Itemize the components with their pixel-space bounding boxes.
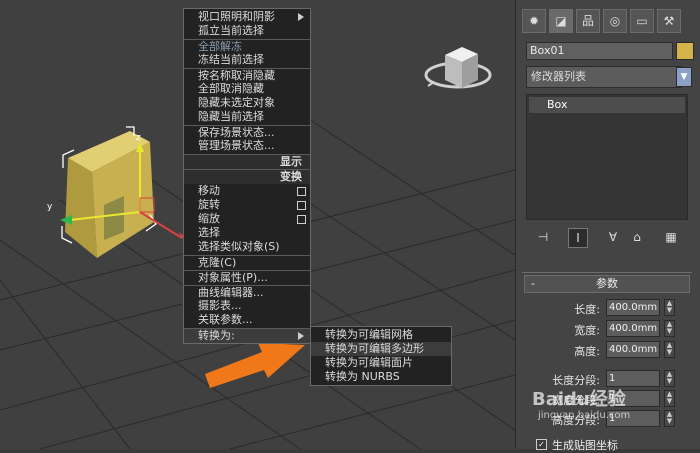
modify-icon: ◪ — [555, 14, 567, 28]
object-name-field[interactable]: Box01 — [526, 42, 673, 60]
menu-item-viewport-lighting[interactable]: 视口照明和阴影 — [184, 10, 310, 24]
spinner-icon[interactable]: ▲ ▼ — [664, 299, 675, 316]
modifier-stack[interactable]: Box — [526, 94, 688, 220]
configure-modifier-sets-icon: ▦ — [665, 230, 677, 244]
spinner-icon[interactable]: ▲ ▼ — [664, 320, 675, 337]
show-end-result-button[interactable]: I — [568, 228, 588, 248]
menu-item-manage-scene-states[interactable]: 管理场景状态... — [184, 139, 310, 153]
modify-tab[interactable]: ◪ — [549, 9, 573, 33]
menu-item-save-scene-state[interactable]: 保存场景状态... — [184, 125, 310, 140]
dropdown-arrow-icon[interactable]: ▼ — [676, 67, 692, 87]
menu-item-hide-unselected[interactable]: 隐藏未选定对象 — [184, 96, 310, 110]
width-input[interactable]: 400.0mm — [606, 320, 660, 337]
view-cube — [424, 47, 492, 89]
menu-item-convert-editable-mesh[interactable]: 转换为可编辑网格 — [311, 328, 451, 342]
menu-item-convert-nurbs[interactable]: 转换为 NURBS — [311, 370, 451, 384]
utilities-icon: ⚒ — [663, 14, 675, 28]
remove-modifier-icon: ⌂ — [633, 230, 641, 244]
submenu-arrow-icon — [298, 332, 304, 340]
parameters-rollout: - 参数 长度: 400.0mm ▲ ▼ 宽度: 400.0mm ▲ ▼ 高度: 4… — [522, 272, 692, 452]
create-tab[interactable]: ✹ — [522, 9, 546, 33]
hierarchy-tab[interactable]: 品 — [576, 9, 600, 33]
menu-item-object-properties[interactable]: 对象属性(P)... — [184, 270, 310, 285]
quad-menu-left: 视口照明和阴影 孤立当前选择 全部解冻 冻结当前选择 按名称取消隐藏 全部取消隐… — [183, 8, 311, 344]
make-unique-icon: ∀ — [608, 230, 618, 244]
command-panel: ✹ ◪ 品 ◎ ▭ ⚒ Box01 修改器列表 ▼ Box ⊣ I ∀ ⌂ ▦ … — [515, 0, 700, 452]
menu-item-unfreeze-all[interactable]: 全部解冻 — [184, 39, 310, 54]
menu-item-wire-parameters[interactable]: 关联参数... — [184, 313, 310, 327]
length-input[interactable]: 400.0mm — [606, 299, 660, 316]
menu-item-convert-editable-patch[interactable]: 转换为可编辑面片 — [311, 356, 451, 370]
menu-item-select-similar[interactable]: 选择类似对象(S) — [184, 240, 310, 254]
param-height: 高度: 400.0mm ▲ ▼ — [522, 341, 692, 359]
menu-item-scale[interactable]: 缩放 — [184, 212, 310, 226]
submenu-arrow-icon — [298, 13, 304, 21]
display-tab[interactable]: ▭ — [630, 9, 654, 33]
height-input[interactable]: 400.0mm — [606, 341, 660, 358]
motion-icon: ◎ — [609, 14, 621, 28]
menu-item-curve-editor[interactable]: 曲线编辑器... — [184, 285, 310, 300]
param-width: 宽度: 400.0mm ▲ ▼ — [522, 320, 692, 338]
spinner-icon[interactable]: ▲ ▼ — [664, 370, 675, 387]
box-object — [61, 126, 157, 258]
menu-item-rotate[interactable]: 旋转 — [184, 198, 310, 212]
spinner-icon[interactable]: ▲ ▼ — [664, 410, 675, 427]
pin-stack-button[interactable]: ⊣ — [534, 228, 552, 246]
menu-item-dope-sheet[interactable]: 摄影表... — [184, 299, 310, 313]
settings-box-icon[interactable] — [297, 215, 306, 224]
utilities-tab[interactable]: ⚒ — [657, 9, 681, 33]
param-length: 长度: 400.0mm ▲ ▼ — [522, 299, 692, 317]
object-color-swatch[interactable] — [676, 42, 694, 60]
generate-mapping-label: 生成贴图坐标 — [552, 439, 618, 452]
menu-item-freeze-selection[interactable]: 冻结当前选择 — [184, 53, 310, 67]
spinner-icon[interactable]: ▲ ▼ — [664, 341, 675, 358]
convert-to-submenu: 转换为可编辑网格 转换为可编辑多边形 转换为可编辑面片 转换为 NURBS — [310, 326, 452, 386]
motion-tab[interactable]: ◎ — [603, 9, 627, 33]
spinner-icon[interactable]: ▲ ▼ — [664, 390, 675, 407]
axis-label-y: y — [47, 202, 53, 212]
show-end-result-icon: I — [576, 231, 580, 245]
param-label: 宽度: — [574, 324, 600, 337]
menu-item-unhide-all[interactable]: 全部取消隐藏 — [184, 82, 310, 96]
settings-box-icon[interactable] — [297, 187, 306, 196]
menu-item-move[interactable]: 移动 — [184, 184, 310, 198]
remove-modifier-button[interactable]: ⌂ — [628, 228, 646, 246]
menu-item-clone[interactable]: 克隆(C) — [184, 255, 310, 270]
param-label: 长度: — [574, 303, 600, 316]
pin-stack-icon: ⊣ — [537, 230, 549, 244]
stack-item-box[interactable]: Box — [529, 97, 685, 113]
modifier-list-dropdown[interactable]: 修改器列表 — [526, 66, 682, 88]
settings-box-icon[interactable] — [297, 201, 306, 210]
axis-label-z: z — [136, 133, 141, 143]
rollout-title: 参数 — [596, 277, 618, 290]
make-unique-button[interactable]: ∀ — [604, 228, 622, 246]
menu-item-hide-selection[interactable]: 隐藏当前选择 — [184, 110, 310, 124]
parameters-rollout-header[interactable]: - 参数 — [524, 275, 690, 293]
create-icon: ✹ — [528, 14, 540, 28]
param-label: 高度: — [574, 345, 600, 358]
configure-modifier-sets-button[interactable]: ▦ — [662, 228, 680, 246]
menu-item-convert-to[interactable]: 转换为: — [184, 328, 310, 343]
display-icon: ▭ — [636, 14, 648, 28]
menu-item-convert-editable-poly[interactable]: 转换为可编辑多边形 — [311, 342, 451, 356]
menu-item-isolate-selection[interactable]: 孤立当前选择 — [184, 24, 310, 38]
menu-item-unhide-by-name[interactable]: 按名称取消隐藏 — [184, 68, 310, 83]
generate-mapping-checkbox[interactable]: ✓ — [536, 439, 547, 450]
hierarchy-icon: 品 — [581, 14, 594, 28]
watermark-site: jingyan.baidu.com — [538, 410, 631, 421]
menu-item-select[interactable]: 选择 — [184, 226, 310, 240]
menu-header-display: 显示 — [184, 154, 310, 169]
baidu-watermark: Baidu经验 — [532, 389, 626, 410]
menu-header-transform: 变换 — [184, 169, 310, 184]
